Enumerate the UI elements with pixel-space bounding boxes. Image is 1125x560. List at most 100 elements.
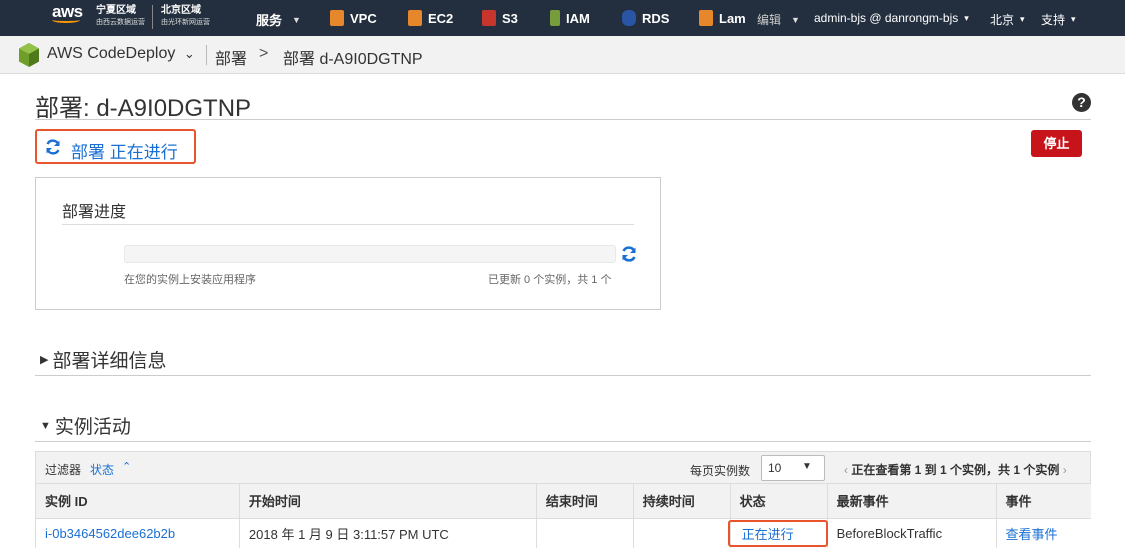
chevron-down-icon: ▾	[1071, 14, 1076, 24]
rds-icon	[622, 10, 636, 26]
breadcrumb: AWS CodeDeploy ⌄ 部署 > 部署 d-A9I0DGTNP	[0, 36, 1125, 74]
support-label: 支持	[1041, 13, 1066, 27]
per-page-label: 每页实例数	[690, 464, 751, 478]
duration-cell	[632, 518, 731, 548]
instance-activity-table: 过滤器 状态 ⌃ 每页实例数 10 ▼ ‹ 正在查看第 1 到 1 个实例，共 …	[35, 451, 1091, 548]
region-ningxia[interactable]: 宁夏区域 由西云数据运营	[96, 5, 145, 29]
support-menu[interactable]: 支持 ▾	[1041, 11, 1076, 28]
latest-event-cell: BeforeBlockTraffic	[826, 518, 996, 548]
service-name: AWS CodeDeploy	[47, 45, 176, 62]
stop-button[interactable]: 停止	[1031, 130, 1082, 157]
section-divider	[35, 441, 1091, 442]
chevron-down-icon: ▼	[791, 14, 800, 25]
nav-shortcut-label: VPC	[350, 10, 377, 26]
nav-shortcut-label: S3	[502, 10, 518, 26]
prev-page-icon[interactable]: ‹	[844, 463, 848, 477]
account-menu[interactable]: admin-bjs @ danrongm-bjs ▾	[814, 11, 969, 25]
deployment-details-toggle[interactable]: ▶ 部署详细信息	[40, 346, 166, 373]
region-beijing[interactable]: 北京区域 由光环新网运营	[152, 5, 210, 29]
table-toolbar: 过滤器 状态 ⌃ 每页实例数 10 ▼ ‹ 正在查看第 1 到 1 个实例，共 …	[35, 451, 1091, 484]
ec2-icon	[408, 10, 422, 26]
deployment-status-text: 部署 正在进行	[71, 143, 178, 162]
region-beijing-operator: 由光环新网运营	[161, 19, 210, 26]
column-header[interactable]: 结束时间	[535, 484, 634, 519]
status-cell: 正在进行	[727, 518, 828, 548]
breadcrumb-separator: >	[259, 45, 269, 62]
breadcrumb-divider	[206, 45, 207, 65]
instance-activity-toggle[interactable]: ▼ 实例活动	[40, 412, 131, 439]
nav-shortcut-label: RDS	[642, 10, 670, 26]
per-page-select[interactable]: 10 ▼	[761, 455, 825, 481]
status-badge: 正在进行	[741, 526, 794, 542]
pagination-text: 正在查看第 1 到 1 个实例，共 1 个实例	[851, 463, 1060, 477]
chevron-down-icon: ▼	[292, 14, 301, 25]
caret-down-icon: ▼	[40, 419, 51, 432]
section-divider	[35, 375, 1091, 376]
lambda-icon	[699, 10, 713, 26]
deployment-progress-panel: 部署进度 在您的实例上安装应用程序 已更新 0 个实例，共 1 个	[35, 177, 661, 310]
services-label: 服务	[256, 13, 283, 28]
chevron-down-icon: ▼	[802, 461, 812, 472]
progress-count-caption: 已更新 0 个实例，共 1 个	[488, 274, 612, 286]
progress-divider	[62, 224, 634, 225]
edit-shortcuts-menu[interactable]: 编辑 ▼	[757, 11, 800, 28]
progress-title: 部署进度	[62, 204, 127, 221]
per-page-value: 10	[768, 461, 782, 475]
breadcrumb-deployments-link[interactable]: 部署	[215, 45, 247, 69]
title-divider	[35, 119, 1091, 120]
column-header[interactable]: 状态	[729, 484, 828, 519]
instance-id-link[interactable]: i-0b3464562dee62b2b	[35, 518, 240, 548]
page-title: 部署: d-A9I0DGTNP	[35, 95, 252, 122]
aws-logo[interactable]: aws	[52, 2, 86, 23]
table-row: i-0b3464562dee62b2b 2018 年 1 月 9 日 3:11:…	[35, 518, 1091, 548]
chevron-down-icon: ⌄	[183, 46, 195, 61]
column-header[interactable]: 事件	[995, 484, 1091, 519]
vpc-icon	[330, 10, 344, 26]
chevron-down-icon: ▾	[964, 12, 969, 23]
filter-status-dropdown[interactable]: 状态	[90, 461, 114, 478]
aws-logo-text: aws	[52, 2, 83, 21]
region-ningxia-operator: 由西云数据运营	[96, 19, 145, 26]
nav-shortcut-lambda[interactable]: Lam	[699, 10, 746, 26]
nav-shortcut-s3[interactable]: S3	[482, 10, 518, 26]
next-page-icon[interactable]: ›	[1063, 463, 1067, 477]
start-time-cell: 2018 年 1 月 9 日 3:11:57 PM UTC	[238, 518, 537, 548]
region-menu[interactable]: 北京 ▾	[990, 11, 1025, 28]
codedeploy-icon	[19, 43, 39, 67]
section-title: 部署详细信息	[52, 351, 167, 372]
account-label: admin-bjs @ danrongm-bjs	[814, 11, 959, 25]
view-events-link[interactable]: 查看事件	[995, 518, 1091, 548]
services-menu[interactable]: 服务 ▼	[256, 10, 301, 29]
progress-step-caption: 在您的实例上安装应用程序	[124, 274, 256, 286]
table-header-row: 实例 ID 开始时间 结束时间 持续时间 状态 最新事件 事件	[35, 484, 1091, 519]
column-header[interactable]: 实例 ID	[35, 484, 240, 519]
instances-table: 实例 ID 开始时间 结束时间 持续时间 状态 最新事件 事件 i-0b3464…	[35, 484, 1091, 548]
top-nav: aws 宁夏区域 由西云数据运营 北京区域 由光环新网运营 服务 ▼ VPC EC…	[0, 0, 1125, 36]
region-ningxia-name: 宁夏区域	[96, 5, 136, 16]
refresh-icon[interactable]	[620, 245, 638, 263]
nav-shortcut-label: EC2	[428, 10, 454, 26]
section-title: 实例活动	[54, 417, 131, 438]
end-time-cell	[535, 518, 634, 548]
column-header[interactable]: 开始时间	[238, 484, 537, 519]
caret-right-icon: ▶	[40, 354, 49, 366]
edit-label: 编辑	[757, 13, 782, 27]
deployment-status: 部署 正在进行	[35, 129, 196, 164]
help-icon[interactable]: ?	[1072, 93, 1091, 112]
service-switcher[interactable]: AWS CodeDeploy ⌄	[47, 45, 195, 63]
nav-shortcut-ec2[interactable]: EC2	[408, 10, 453, 26]
region-label: 北京	[990, 13, 1015, 27]
iam-icon	[550, 10, 560, 26]
pagination: ‹ 正在查看第 1 到 1 个实例，共 1 个实例 ›	[844, 461, 1067, 478]
s3-icon	[482, 10, 496, 26]
breadcrumb-current: 部署 d-A9I0DGTNP	[283, 51, 423, 68]
nav-shortcut-rds[interactable]: RDS	[622, 10, 669, 26]
nav-shortcut-iam[interactable]: IAM	[550, 10, 590, 26]
column-header[interactable]: 持续时间	[632, 484, 731, 519]
progress-bar	[124, 245, 616, 263]
chevron-down-icon: ▾	[1020, 14, 1025, 24]
nav-shortcut-vpc[interactable]: VPC	[330, 10, 377, 26]
chevron-up-icon[interactable]: ⌃	[122, 460, 131, 473]
column-header[interactable]: 最新事件	[826, 484, 996, 519]
region-beijing-name: 北京区域	[161, 5, 201, 16]
